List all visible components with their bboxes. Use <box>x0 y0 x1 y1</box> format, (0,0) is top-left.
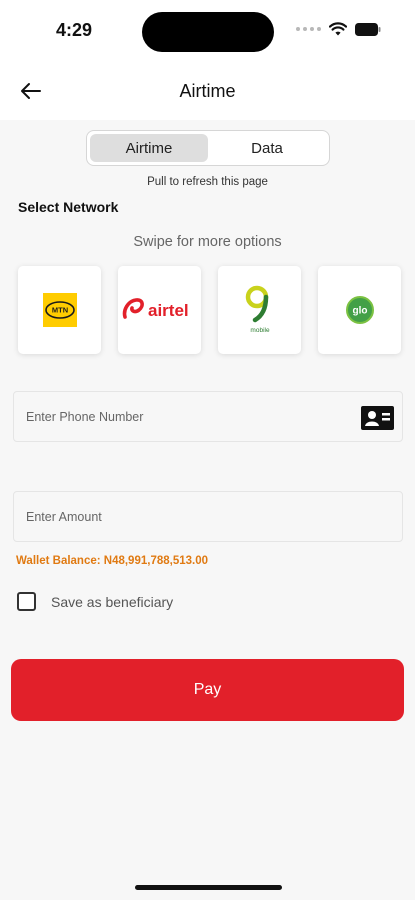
status-time: 4:29 <box>56 20 93 40</box>
wifi-icon <box>329 22 347 36</box>
airtel-logo-text: airtel <box>148 301 189 320</box>
amount-input[interactable] <box>14 492 402 541</box>
network-card-airtel[interactable]: airtel <box>118 266 201 354</box>
status-icons <box>296 22 381 36</box>
pay-button[interactable]: Pay <box>11 659 404 721</box>
network-list: MTN airtel mobile glo <box>18 266 401 354</box>
refresh-hint: Pull to refresh this page <box>147 176 268 188</box>
glo-logo: glo <box>345 296 374 324</box>
phone-number-input[interactable] <box>14 392 402 441</box>
9mobile-logo: mobile <box>245 285 270 334</box>
swipe-hint: Swipe for more options <box>133 234 282 250</box>
wallet-balance: Wallet Balance: N48,991,788,513.00 <box>16 555 208 567</box>
select-network-heading: Select Network <box>18 199 119 215</box>
amount-field <box>13 491 403 542</box>
save-beneficiary-checkbox[interactable] <box>17 592 36 611</box>
glo-logo-text: glo <box>352 306 367 317</box>
contact-card-icon[interactable] <box>361 406 394 430</box>
network-card-9mobile[interactable]: mobile <box>218 266 301 354</box>
network-card-glo[interactable]: glo <box>318 266 401 354</box>
tab-data[interactable]: Data <box>208 134 326 162</box>
page-title: Airtime <box>179 81 236 101</box>
phone-number-field <box>13 391 403 442</box>
tab-switcher: Airtime Data <box>86 130 330 166</box>
home-indicator <box>135 885 282 890</box>
network-card-mtn[interactable]: MTN <box>18 266 101 354</box>
signal-icon <box>296 27 321 31</box>
mtn-logo-text: MTN <box>51 306 67 315</box>
battery-icon <box>355 22 381 36</box>
mtn-logo: MTN <box>42 293 77 327</box>
airtel-logo: airtel <box>122 298 189 320</box>
save-beneficiary-row[interactable]: Save as beneficiary <box>17 592 173 611</box>
tab-airtime[interactable]: Airtime <box>90 134 208 162</box>
status-bar: 4:29 <box>0 0 415 62</box>
dynamic-island <box>142 12 274 52</box>
9mobile-logo-text: mobile <box>250 327 270 334</box>
save-beneficiary-label: Save as beneficiary <box>51 593 174 610</box>
app-header: Airtime <box>0 62 415 120</box>
